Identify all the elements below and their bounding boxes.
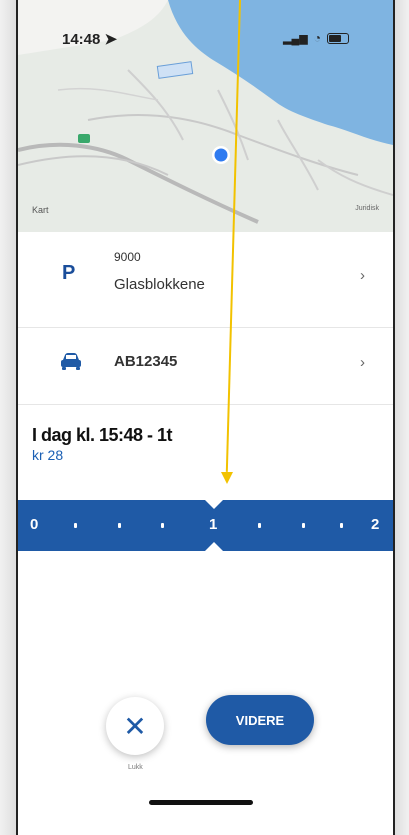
map-attribution-kart: Kart <box>32 205 49 215</box>
slider-label-0: 0 <box>30 516 39 533</box>
close-icon: ✕ <box>123 710 147 742</box>
status-time: 14:48 ➤ <box>62 31 118 48</box>
chevron-right-icon: › <box>360 354 365 371</box>
slider-indicator-top <box>205 500 223 509</box>
phone-screen: 14:48 ➤ ▂▄▆ ◔ Kart Juridisk P 9000 Glasb… <box>18 0 393 835</box>
vehicle-selector-row[interactable]: AB12345 › <box>18 328 393 405</box>
parking-price: kr 28 <box>32 447 64 463</box>
annotation-arrow-head <box>221 472 233 484</box>
zone-selector-row[interactable]: P 9000 Glasblokkene › <box>18 232 393 328</box>
app-page: 14:48 ➤ ▂▄▆ ◔ Kart Juridisk P 9000 Glasb… <box>0 0 409 835</box>
chevron-right-icon: › <box>360 267 365 284</box>
slider-tick <box>302 523 305 528</box>
device-frame-left <box>0 0 18 835</box>
next-button[interactable]: VIDERE <box>206 695 314 745</box>
parking-icon: P <box>62 262 76 284</box>
slider-tick <box>340 523 343 528</box>
license-plate: AB12345 <box>114 353 178 370</box>
slider-label-2: 2 <box>371 516 380 533</box>
map-legal-link[interactable]: Juridisk <box>355 205 379 212</box>
close-button[interactable]: ✕ <box>106 697 164 755</box>
device-frame-right <box>393 0 409 835</box>
slider-indicator-bottom <box>205 542 223 551</box>
slider-tick <box>161 523 164 528</box>
zone-name: Glasblokkene <box>114 276 205 293</box>
slider-tick <box>258 523 261 528</box>
zone-code: 9000 <box>114 250 141 264</box>
wifi-icon: ◔ <box>313 31 321 45</box>
status-icons: ▂▄▆ ◔ <box>283 31 349 45</box>
parking-time-summary: I dag kl. 15:48 - 1t <box>32 425 173 445</box>
slider-tick <box>118 523 121 528</box>
slider-tick <box>74 523 77 528</box>
map-view[interactable]: 14:48 ➤ ▂▄▆ ◔ Kart Juridisk <box>18 0 393 232</box>
battery-icon <box>327 32 349 44</box>
close-label: Lukk <box>128 764 143 771</box>
home-indicator <box>149 800 253 805</box>
slider-label-1: 1 <box>209 516 218 533</box>
car-icon <box>61 353 81 370</box>
signal-icon: ▂▄▆ <box>283 32 308 45</box>
duration-slider[interactable]: 0 1 2 <box>18 500 393 551</box>
